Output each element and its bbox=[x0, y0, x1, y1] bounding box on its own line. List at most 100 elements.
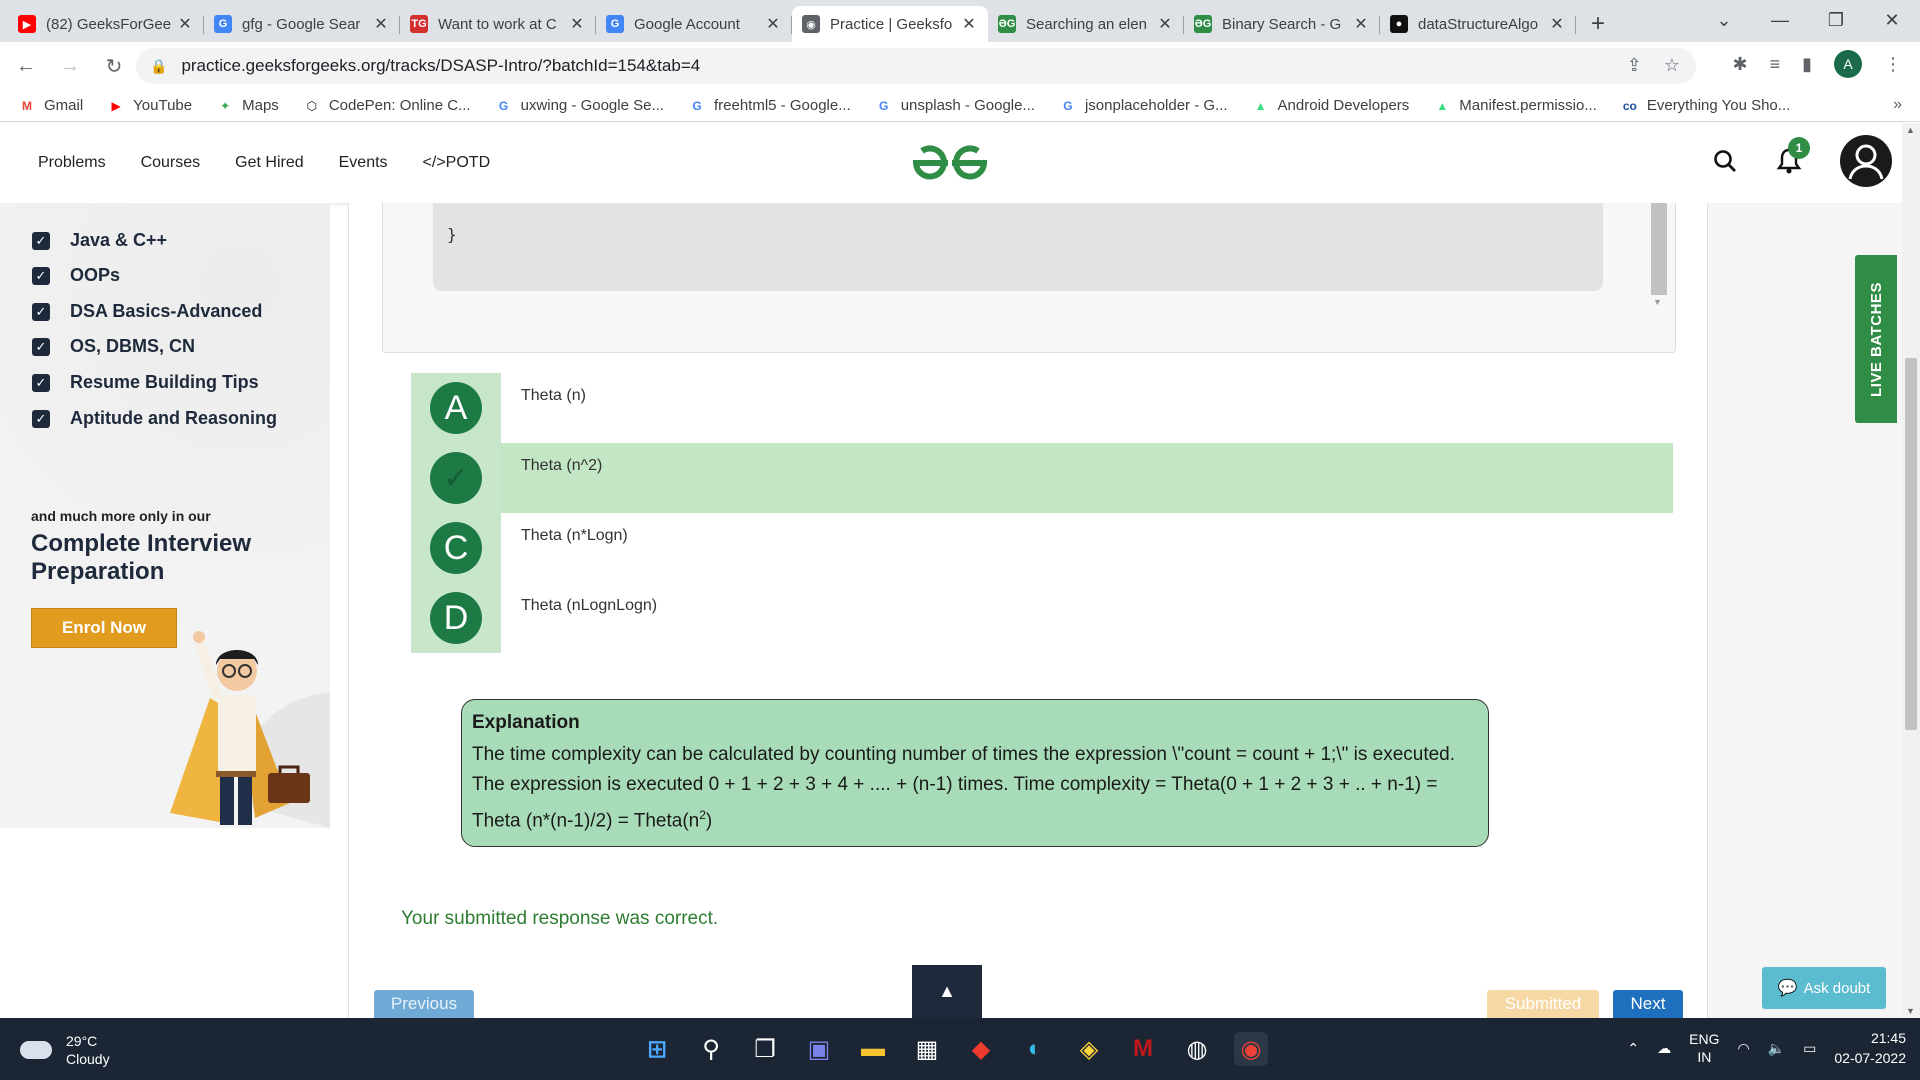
promo-heading: Complete Interview Preparation bbox=[31, 530, 252, 585]
bookmark-item[interactable]: Guxwing - Google Se... bbox=[495, 97, 664, 114]
nav-problems[interactable]: Problems bbox=[38, 154, 106, 172]
address-bar: ← → ↻ 🔒 practice.geeksforgeeks.org/track… bbox=[0, 42, 1920, 90]
close-tab-icon[interactable]: ✕ bbox=[568, 14, 586, 34]
mcafee-icon[interactable]: M bbox=[1126, 1032, 1160, 1066]
bookmark-item[interactable]: ▲ Manifest.permissio... bbox=[1433, 97, 1597, 114]
gfg-logo[interactable] bbox=[910, 143, 990, 183]
answer-option[interactable]: ✓ Theta (n^2) bbox=[411, 443, 1673, 513]
windows-start-icon[interactable]: ⊞ bbox=[640, 1032, 674, 1066]
battery-icon[interactable]: ▭ bbox=[1803, 1040, 1816, 1057]
close-tab-icon[interactable]: ✕ bbox=[372, 14, 390, 34]
chrome-icon[interactable]: ◉ bbox=[1234, 1032, 1268, 1066]
live-batches-tab[interactable]: LIVE BATCHES bbox=[1855, 255, 1897, 423]
scroll-top-button[interactable]: ▲ bbox=[912, 965, 982, 1018]
answer-option[interactable]: D Theta (nLognLogn) bbox=[411, 583, 1673, 653]
notifications-bell-icon[interactable]: 1 bbox=[1776, 137, 1810, 175]
app-icon[interactable]: ◍ bbox=[1180, 1032, 1214, 1066]
browser-tab[interactable]: ● dataStructureAlgo ✕ bbox=[1380, 6, 1576, 42]
bookmark-item[interactable]: M Gmail bbox=[18, 97, 83, 114]
reload-icon[interactable]: ↻ bbox=[96, 54, 132, 79]
google-icon: G bbox=[1063, 98, 1073, 113]
browser-tab[interactable]: TG Want to work at C ✕ bbox=[400, 6, 596, 42]
share-icon[interactable]: ⇪ bbox=[1627, 55, 1642, 76]
nav-events[interactable]: Events bbox=[339, 154, 388, 172]
tab-strip: ▶ (82) GeeksForGee ✕ Ggfg - Google Sear ✕ TG W… bbox=[8, 6, 1576, 42]
next-button[interactable]: Next bbox=[1613, 990, 1683, 1018]
previous-button[interactable]: Previous bbox=[374, 990, 474, 1018]
bookmark-item[interactable]: co Everything You Sho... bbox=[1621, 97, 1790, 114]
page-scrollbar[interactable]: ▲ ▼ bbox=[1902, 123, 1920, 1018]
nav-courses[interactable]: Courses bbox=[141, 154, 201, 172]
bookmark-item[interactable]: ▶ YouTube bbox=[107, 97, 193, 114]
reading-list-icon[interactable]: ≡ bbox=[1770, 54, 1781, 75]
restore-button[interactable]: ❐ bbox=[1808, 0, 1864, 40]
close-tab-icon[interactable]: ✕ bbox=[1548, 14, 1566, 34]
volume-icon[interactable]: 🔈 bbox=[1768, 1040, 1785, 1057]
search-icon[interactable]: ⚲ bbox=[694, 1032, 728, 1066]
bookmark-item[interactable]: Gunsplash - Google... bbox=[875, 97, 1035, 114]
bookmark-item[interactable]: Gjsonplaceholder - G... bbox=[1059, 97, 1227, 114]
new-tab-button[interactable]: + bbox=[1580, 6, 1616, 42]
bookmarks-overflow-icon[interactable]: » bbox=[1893, 96, 1902, 114]
answer-option[interactable]: A Theta (n) bbox=[411, 373, 1673, 443]
browser-tab[interactable]: G Google Account ✕ bbox=[596, 6, 792, 42]
nav-potd[interactable]: </>POTD bbox=[423, 154, 491, 172]
browser-tab[interactable]: ƏG Searching an elen ✕ bbox=[988, 6, 1184, 42]
extensions-icon[interactable]: ✱ bbox=[1732, 54, 1747, 75]
tab-title: gfg - Google Sear bbox=[242, 15, 361, 33]
file-explorer-icon[interactable]: ▬ bbox=[856, 1032, 890, 1066]
bookmark-item[interactable]: Gfreehtml5 - Google... bbox=[688, 97, 850, 114]
answer-option[interactable]: C Theta (n*Logn) bbox=[411, 513, 1673, 583]
tab-search-icon[interactable]: ⌄ bbox=[1696, 0, 1752, 40]
minimize-button[interactable]: — bbox=[1752, 0, 1808, 40]
profile-avatar[interactable]: A bbox=[1834, 50, 1862, 78]
clock[interactable]: 21:45 02-07-2022 bbox=[1834, 1028, 1906, 1068]
side-panel-icon[interactable]: ▮ bbox=[1802, 54, 1812, 75]
user-avatar[interactable] bbox=[1840, 135, 1892, 187]
close-tab-icon[interactable]: ✕ bbox=[1156, 14, 1174, 34]
browser-tab[interactable]: Ggfg - Google Sear ✕ bbox=[204, 6, 400, 42]
python-icon[interactable]: ◈ bbox=[1072, 1032, 1106, 1066]
close-tab-icon[interactable]: ✕ bbox=[1352, 14, 1370, 34]
taskbar-apps: ⊞ ⚲ ❐ ▣ ▬ ▦ ◆ ◐ ◈ M ◍ ◉ bbox=[640, 1032, 1268, 1066]
close-window-button[interactable]: ✕ bbox=[1864, 0, 1920, 40]
lock-icon[interactable]: 🔒 bbox=[150, 58, 167, 75]
code-scrollbar[interactable] bbox=[1651, 203, 1667, 295]
browser-menu-icon[interactable]: ⋮ bbox=[1884, 54, 1902, 75]
close-tab-icon[interactable]: ✕ bbox=[176, 14, 194, 34]
edge-icon[interactable]: ◐ bbox=[1018, 1032, 1052, 1066]
nav-get-hired[interactable]: Get Hired bbox=[235, 154, 303, 172]
scrollbar-thumb[interactable] bbox=[1905, 358, 1917, 730]
bookmark-item[interactable]: ✦ Maps bbox=[216, 97, 279, 114]
code-scroll-down-icon[interactable]: ▼ bbox=[1653, 297, 1662, 307]
scroll-down-icon[interactable]: ▼ bbox=[1906, 1006, 1915, 1016]
anydesk-icon[interactable]: ◆ bbox=[964, 1032, 998, 1066]
language-indicator[interactable]: ENG IN bbox=[1689, 1030, 1719, 1066]
url-input[interactable]: 🔒 practice.geeksforgeeks.org/tracks/DSAS… bbox=[136, 48, 1696, 84]
back-icon[interactable]: ← bbox=[8, 55, 44, 78]
close-tab-icon[interactable]: ✕ bbox=[960, 14, 978, 34]
bookmark-star-icon[interactable]: ☆ bbox=[1664, 55, 1680, 76]
submitted-button[interactable]: Submitted bbox=[1487, 990, 1599, 1018]
ask-doubt-button[interactable]: 💬 Ask doubt bbox=[1762, 967, 1886, 1009]
option-marker: A bbox=[411, 373, 501, 443]
weather-widget[interactable]: 29°C Cloudy bbox=[20, 1032, 110, 1068]
ms-store-icon[interactable]: ▦ bbox=[910, 1032, 944, 1066]
forward-icon[interactable]: → bbox=[52, 55, 88, 78]
teams-chat-icon[interactable]: ▣ bbox=[802, 1032, 836, 1066]
bookmark-label: unsplash - Google... bbox=[900, 97, 1035, 114]
browser-tab[interactable]: ▶ (82) GeeksForGee ✕ bbox=[8, 6, 204, 42]
wifi-icon[interactable]: ◠ bbox=[1737, 1040, 1749, 1057]
checkbox-checked-icon: ✓ bbox=[32, 266, 50, 285]
task-view-icon[interactable]: ❐ bbox=[748, 1032, 782, 1066]
onedrive-icon[interactable]: ☁ bbox=[1657, 1040, 1671, 1057]
search-icon[interactable] bbox=[1712, 148, 1738, 174]
browser-tab[interactable]: ƏG Binary Search - G ✕ bbox=[1184, 6, 1380, 42]
browser-tab[interactable]: ◉ Practice | Geeksfo ✕ bbox=[792, 6, 988, 42]
chevron-up-icon[interactable]: ⌃ bbox=[1627, 1040, 1639, 1057]
close-tab-icon[interactable]: ✕ bbox=[764, 14, 782, 34]
bookmark-item[interactable]: ▲ Android Developers bbox=[1252, 97, 1410, 114]
google-icon: G bbox=[879, 98, 889, 113]
bookmark-item[interactable]: ⬡ CodePen: Online C... bbox=[303, 97, 471, 114]
scroll-up-icon[interactable]: ▲ bbox=[1906, 125, 1915, 135]
